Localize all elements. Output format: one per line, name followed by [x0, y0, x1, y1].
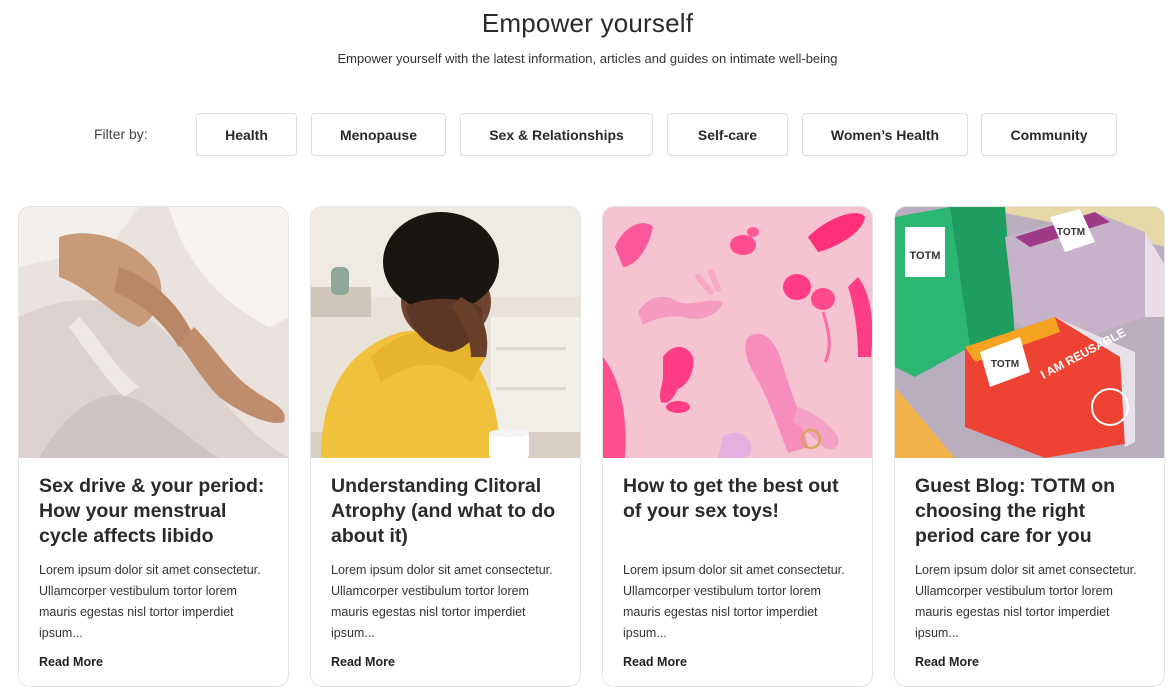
filter-bar: Filter by: Health Menopause Sex & Relati…	[0, 113, 1175, 157]
article-title[interactable]: Understanding Clitoral Atrophy (and what…	[331, 474, 566, 549]
article-title[interactable]: Guest Blog: TOTM on choosing the right p…	[915, 474, 1150, 549]
filter-chip-womens-health[interactable]: Women’s Health	[802, 113, 968, 156]
totm-logo-text: TOTM	[910, 250, 941, 262]
article-excerpt: Lorem ipsum dolor sit amet consectetur. …	[39, 563, 261, 640]
filter-label: Filter by:	[94, 126, 148, 142]
article-image-sex-toys[interactable]	[603, 207, 872, 458]
filter-chip-community[interactable]: Community	[981, 113, 1117, 156]
article-title[interactable]: How to get the best out of your sex toys…	[623, 474, 858, 524]
article-card[interactable]: TOTM TOTM TOTM I AM REUSABLE Guest Blog:…	[894, 206, 1165, 687]
read-more-link[interactable]: Read More	[915, 655, 979, 669]
filter-chip-self-care[interactable]: Self-care	[667, 113, 788, 156]
page-subtitle: Empower yourself with the latest informa…	[337, 51, 838, 66]
page-title: Empower yourself	[481, 8, 694, 38]
article-card[interactable]: How to get the best out of your sex toys…	[602, 206, 873, 687]
article-image-totm-boxes[interactable]: TOTM TOTM TOTM I AM REUSABLE	[895, 207, 1164, 458]
read-more-link[interactable]: Read More	[331, 655, 395, 669]
totm-logo-text: TOTM	[1057, 227, 1085, 238]
article-title[interactable]: Sex drive & your period: How your menstr…	[39, 474, 274, 549]
article-card[interactable]: Sex drive & your period: How your menstr…	[18, 206, 289, 687]
filter-chip-health[interactable]: Health	[196, 113, 297, 156]
filter-chip-sex-relationships[interactable]: Sex & Relationships	[460, 113, 653, 156]
article-card[interactable]: Understanding Clitoral Atrophy (and what…	[310, 206, 581, 687]
read-more-link[interactable]: Read More	[39, 655, 103, 669]
read-more-link[interactable]: Read More	[623, 655, 687, 669]
article-image-woman-head-in-hands[interactable]	[311, 207, 580, 458]
article-image-bed-legs[interactable]	[19, 207, 288, 458]
article-excerpt: Lorem ipsum dolor sit amet consectetur. …	[331, 563, 553, 640]
article-excerpt: Lorem ipsum dolor sit amet consectetur. …	[623, 563, 845, 640]
totm-logo-text: TOTM	[991, 359, 1019, 370]
article-excerpt: Lorem ipsum dolor sit amet consectetur. …	[915, 563, 1137, 640]
filter-chip-menopause[interactable]: Menopause	[311, 113, 446, 156]
